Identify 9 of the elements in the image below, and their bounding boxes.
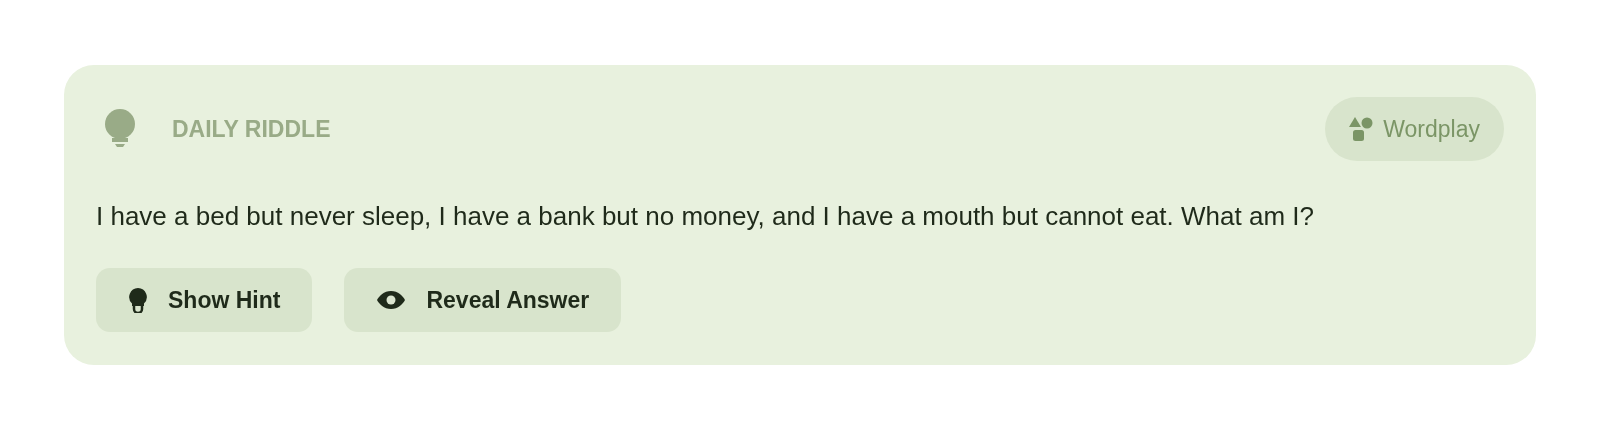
lightbulb-icon [128, 287, 148, 313]
shapes-icon [1349, 117, 1374, 141]
riddle-label: DAILY RIDDLE [172, 114, 331, 144]
hint-button[interactable]: Show Hint [96, 268, 313, 332]
riddle-question: I have a bed but never sleep, I have a bank but no money, and I have a mouth but cannot eat. What am I? [96, 200, 1315, 233]
category-label: Wordplay [1383, 114, 1480, 144]
eye-icon [376, 290, 407, 310]
lightbulb-icon [104, 109, 136, 149]
reveal-answer-button[interactable]: Reveal Answer [344, 268, 622, 332]
